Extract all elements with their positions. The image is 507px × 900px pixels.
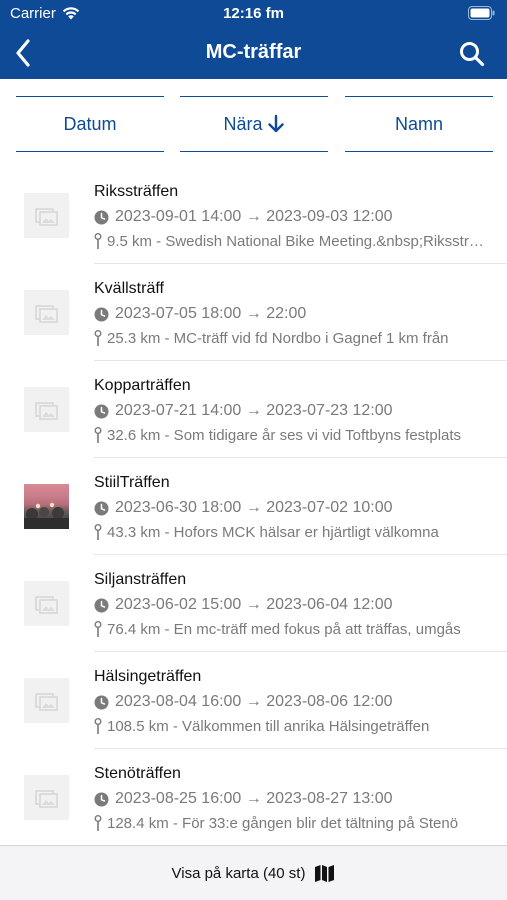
event-time: 2023-07-05 18:00 → 22:00 <box>94 305 306 323</box>
list-item[interactable]: Stenöträffen 2023-08-25 16:00 → 2023-08-… <box>24 749 507 845</box>
event-description: 25.3 km - MC-träff vid fd Nordbo i Gagne… <box>94 330 489 347</box>
clock-icon <box>94 307 109 321</box>
event-title: Stenöträffen <box>94 765 181 782</box>
event-description-text: 25.3 km - MC-träff vid fd Nordbo i Gagne… <box>107 330 449 347</box>
header: Carrier 12:16 fm MC-träffar <box>0 0 507 79</box>
event-description: 128.4 km - För 33:e gången blir det tält… <box>94 815 489 832</box>
event-description: 43.3 km - Hofors MCK hälsar er hjärtligt… <box>94 524 489 541</box>
event-title: Kvällsträff <box>94 280 164 297</box>
sort-tab-label: Namn <box>394 113 443 134</box>
event-title: Rikssträffen <box>94 183 179 200</box>
list-item[interactable]: Kvällsträff 2023-07-05 18:00 → 22:00 25.… <box>24 264 507 361</box>
event-description-text: 128.4 km - För 33:e gången blir det tält… <box>107 815 459 832</box>
pin-icon <box>94 621 102 637</box>
event-description: 76.4 km - En mc-träff med fokus på att t… <box>94 621 489 638</box>
event-title: Kopparträffen <box>94 377 191 394</box>
clock-icon <box>94 792 109 806</box>
search-icon <box>460 42 485 67</box>
placeholder-image-icon <box>24 678 69 723</box>
list-item[interactable]: Hälsingeträffen 2023-08-04 16:00 → 2023-… <box>24 652 507 749</box>
event-time: 2023-06-02 15:00 → 2023-06-04 12:00 <box>94 596 393 614</box>
status-time: 12:16 fm <box>223 5 284 22</box>
event-list: Rikssträffen 2023-09-01 14:00 → 2023-09-… <box>0 167 507 845</box>
clock-icon <box>94 404 109 418</box>
event-time: 2023-08-25 16:00 → 2023-08-27 13:00 <box>94 790 393 808</box>
event-description-text: 43.3 km - Hofors MCK hälsar er hjärtligt… <box>107 524 439 541</box>
arrow-down-icon <box>267 114 285 134</box>
sort-tab-nara[interactable]: Nära <box>180 96 328 152</box>
list-item[interactable]: Siljansträffen 2023-06-02 15:00 → 2023-0… <box>24 555 507 652</box>
pin-icon <box>94 718 102 734</box>
sort-tab-namn[interactable]: Namn <box>345 96 493 152</box>
event-description: 108.5 km - Välkommen till anrika Hälsing… <box>94 718 489 735</box>
back-button[interactable] <box>8 36 38 70</box>
event-time-text: 2023-06-02 15:00 → 2023-06-04 12:00 <box>115 596 393 613</box>
event-description-text: 76.4 km - En mc-träff med fokus på att t… <box>107 621 461 638</box>
clock-icon <box>94 695 109 709</box>
event-title: Hälsingeträffen <box>94 668 202 685</box>
list-item[interactable]: Rikssträffen 2023-09-01 14:00 → 2023-09-… <box>24 167 507 264</box>
event-time: 2023-07-21 14:00 → 2023-07-23 12:00 <box>94 402 393 420</box>
event-time-text: 2023-07-05 18:00 → 22:00 <box>115 305 307 322</box>
sort-tab-datum[interactable]: Datum <box>16 96 164 152</box>
placeholder-image-icon <box>24 581 69 626</box>
search-button[interactable] <box>457 39 487 69</box>
placeholder-image-icon <box>24 387 69 432</box>
pin-icon <box>94 427 102 443</box>
sort-tab-label: Nära <box>223 113 263 134</box>
show-on-map-label: Visa på karta (40 st) <box>171 864 306 882</box>
event-time: 2023-06-30 18:00 → 2023-07-02 10:00 <box>94 499 393 517</box>
event-title: Siljansträffen <box>94 571 187 588</box>
list-item[interactable]: StiilTräffen 2023-06-30 18:00 → 2023-07-… <box>24 458 507 555</box>
clock-icon <box>94 598 109 612</box>
event-time: 2023-09-01 14:00 → 2023-09-03 12:00 <box>94 208 393 226</box>
event-time-text: 2023-09-01 14:00 → 2023-09-03 12:00 <box>115 208 393 225</box>
clock-icon <box>94 210 109 224</box>
event-description: 32.6 km - Som tidigare år ses vi vid Tof… <box>94 427 489 444</box>
event-photo <box>24 484 69 529</box>
battery-icon <box>468 6 495 20</box>
nav-bar: MC-träffar <box>0 28 507 79</box>
map-icon <box>315 864 335 882</box>
event-title: StiilTräffen <box>94 474 170 491</box>
event-description: 9.5 km - Swedish National Bike Meeting.&… <box>94 233 489 250</box>
status-bar: Carrier 12:16 fm <box>0 0 507 28</box>
event-description-text: 32.6 km - Som tidigare år ses vi vid Tof… <box>107 427 462 444</box>
sort-bar: Datum Nära Namn <box>0 79 507 167</box>
clock-icon <box>94 501 109 515</box>
pin-icon <box>94 524 102 540</box>
sort-tab-label: Datum <box>63 113 117 134</box>
placeholder-image-icon <box>24 775 69 820</box>
placeholder-image-icon <box>24 290 69 335</box>
pin-icon <box>94 233 102 249</box>
event-time: 2023-08-04 16:00 → 2023-08-06 12:00 <box>94 693 393 711</box>
event-description-text: 108.5 km - Välkommen till anrika Hälsing… <box>107 718 430 735</box>
event-time-text: 2023-08-25 16:00 → 2023-08-27 13:00 <box>115 790 393 807</box>
placeholder-image-icon <box>24 193 69 238</box>
event-time-text: 2023-06-30 18:00 → 2023-07-02 10:00 <box>115 499 393 516</box>
pin-icon <box>94 330 102 346</box>
event-description-text: 9.5 km - Swedish National Bike Meeting.&… <box>107 233 489 250</box>
chevron-left-icon <box>16 39 30 67</box>
event-time-text: 2023-07-21 14:00 → 2023-07-23 12:00 <box>115 402 393 419</box>
list-item[interactable]: Kopparträffen 2023-07-21 14:00 → 2023-07… <box>24 361 507 458</box>
pin-icon <box>94 815 102 831</box>
event-time-text: 2023-08-04 16:00 → 2023-08-06 12:00 <box>115 693 393 710</box>
show-on-map-button[interactable]: Visa på karta (40 st) <box>0 845 507 900</box>
page-title: MC-träffar <box>205 41 302 63</box>
